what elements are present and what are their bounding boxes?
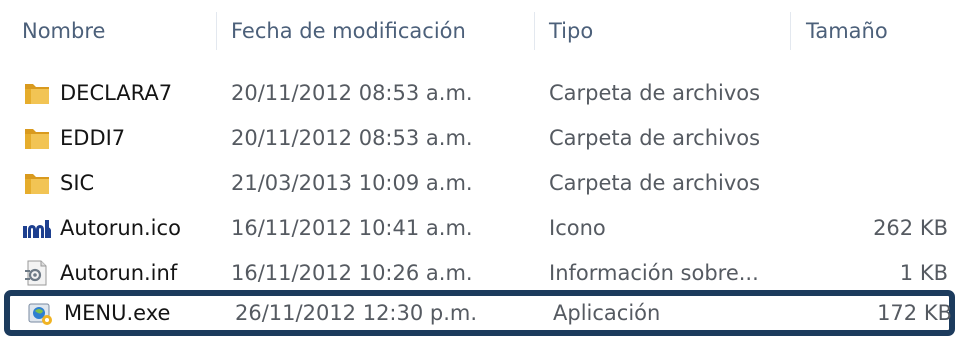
ico-file-icon — [22, 214, 52, 242]
column-header-name[interactable]: Nombre — [0, 0, 216, 62]
file-row-eddi7[interactable]: EDDI7 20/11/2012 08:53 a.m. Carpeta de a… — [0, 115, 959, 161]
file-type: Carpeta de archivos — [549, 126, 761, 150]
column-header-size[interactable]: Tamaño — [790, 0, 959, 62]
file-name: Autorun.ico — [60, 216, 181, 240]
file-size — [790, 160, 948, 206]
application-icon — [26, 299, 56, 327]
column-header-type[interactable]: Tipo — [534, 0, 790, 62]
file-row-autorun-ico[interactable]: Autorun.ico 16/11/2012 10:41 a.m. Icono … — [0, 205, 959, 251]
file-date: 21/03/2013 10:09 a.m. — [231, 171, 473, 195]
file-name: DECLARA7 — [60, 81, 173, 105]
file-date: 20/11/2012 08:53 a.m. — [231, 126, 473, 150]
file-name: Autorun.inf — [60, 261, 178, 285]
file-type: Icono — [549, 216, 606, 240]
file-size: 262 KB — [873, 216, 948, 240]
folder-icon — [22, 169, 52, 197]
column-header-bar: Nombre Fecha de modificación Tipo Tamaño — [0, 0, 959, 62]
settings-file-icon — [22, 259, 52, 287]
file-name: SIC — [60, 171, 95, 195]
file-row-sic[interactable]: SIC 21/03/2013 10:09 a.m. Carpeta de arc… — [0, 160, 959, 206]
file-type: Carpeta de archivos — [549, 81, 761, 105]
file-size — [790, 115, 948, 161]
file-row-menu-exe[interactable]: MENU.exe 26/11/2012 12:30 p.m. Aplicació… — [4, 290, 955, 336]
file-type: Aplicación — [553, 301, 661, 325]
file-size — [790, 70, 948, 116]
file-row-declara7[interactable]: DECLARA7 20/11/2012 08:53 a.m. Carpeta d… — [0, 70, 959, 116]
file-date: 26/11/2012 12:30 p.m. — [235, 301, 478, 325]
folder-icon — [22, 79, 52, 107]
file-name: MENU.exe — [64, 301, 171, 325]
column-header-date[interactable]: Fecha de modificación — [216, 0, 534, 62]
file-name: EDDI7 — [60, 126, 126, 150]
file-date: 16/11/2012 10:41 a.m. — [231, 216, 473, 240]
file-date: 20/11/2012 08:53 a.m. — [231, 81, 473, 105]
folder-icon — [22, 124, 52, 152]
file-type: Carpeta de archivos — [549, 171, 761, 195]
file-size: 172 KB — [877, 301, 952, 325]
